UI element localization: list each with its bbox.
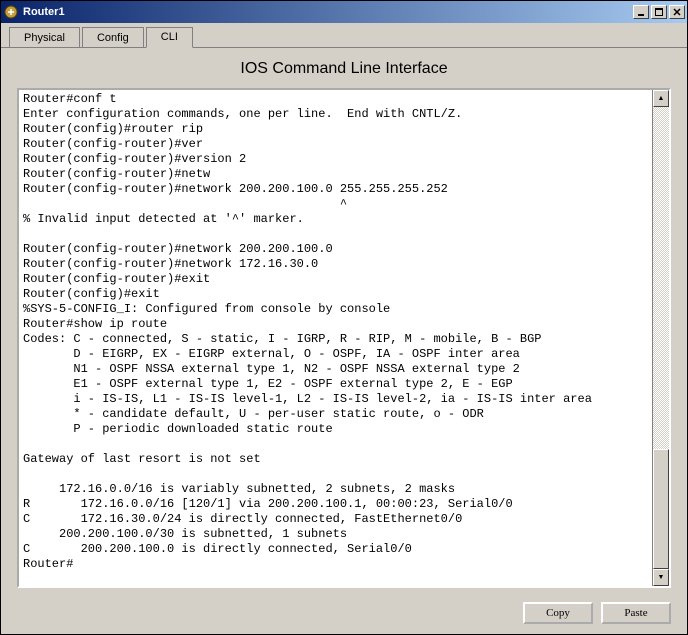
close-button[interactable] bbox=[669, 5, 685, 19]
button-row: Copy Paste bbox=[1, 596, 687, 634]
tab-config[interactable]: Config bbox=[82, 27, 144, 47]
paste-button[interactable]: Paste bbox=[601, 602, 671, 624]
window-title: Router1 bbox=[23, 6, 631, 18]
minimize-button[interactable] bbox=[633, 5, 649, 19]
cli-terminal[interactable]: Router#conf t Enter configuration comman… bbox=[19, 90, 652, 586]
tab-strip: Physical Config CLI bbox=[1, 23, 687, 48]
terminal-container: Router#conf t Enter configuration comman… bbox=[17, 88, 671, 588]
tab-cli[interactable]: CLI bbox=[146, 27, 193, 48]
maximize-button[interactable] bbox=[651, 5, 667, 19]
content-area: Physical Config CLI IOS Command Line Int… bbox=[1, 23, 687, 634]
scroll-down-button[interactable]: ▼ bbox=[653, 569, 669, 586]
scroll-track[interactable] bbox=[653, 107, 669, 569]
cli-panel: IOS Command Line Interface Router#conf t… bbox=[1, 48, 687, 596]
scroll-up-button[interactable]: ▲ bbox=[653, 90, 669, 107]
vertical-scrollbar[interactable]: ▲ ▼ bbox=[652, 90, 669, 586]
tab-physical[interactable]: Physical bbox=[9, 27, 80, 47]
app-icon bbox=[3, 4, 19, 20]
scroll-thumb[interactable] bbox=[653, 449, 669, 569]
panel-title: IOS Command Line Interface bbox=[17, 60, 671, 78]
copy-button[interactable]: Copy bbox=[523, 602, 593, 624]
window-controls bbox=[631, 5, 685, 19]
title-bar[interactable]: Router1 bbox=[1, 1, 687, 23]
app-window: Router1 Physical Config CLI IOS Command … bbox=[0, 0, 688, 635]
